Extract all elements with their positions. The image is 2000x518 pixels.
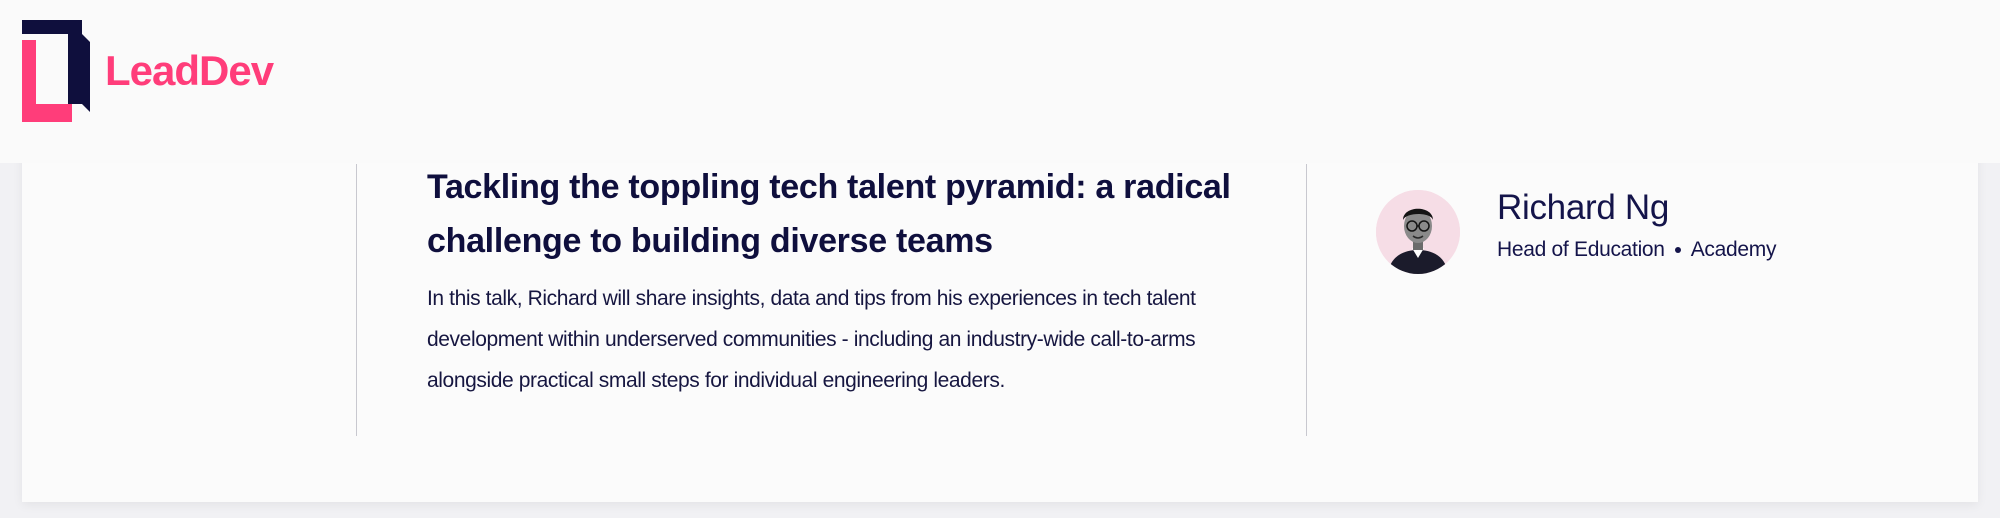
talk-details: Tackling the toppling tech talent pyrami…: [427, 160, 1287, 401]
speaker-organization: Academy: [1690, 238, 1777, 261]
speaker-info: Richard Ng Head of Education Academy: [1497, 186, 1776, 262]
left-divider: [356, 164, 357, 436]
speaker-name[interactable]: Richard Ng: [1497, 186, 1776, 230]
logo-wordmark: LeadDev: [105, 47, 274, 94]
separator-dot-icon: [1674, 247, 1681, 253]
session-card: Tackling the toppling tech talent pyrami…: [22, 140, 1978, 502]
talk-title: Tackling the toppling tech talent pyrami…: [427, 168, 1231, 260]
leaddev-logo-icon: [22, 20, 90, 122]
speaker-role: Head of Education: [1497, 238, 1665, 261]
speaker-block: Richard Ng Head of Education Academy: [1376, 188, 1776, 274]
leaddev-logo[interactable]: LeadDev: [22, 20, 274, 122]
speaker-avatar[interactable]: [1376, 190, 1460, 274]
site-header: LeadDev: [0, 0, 2000, 163]
talk-description: In this talk, Richard will share insight…: [427, 287, 1196, 392]
right-divider: [1306, 164, 1307, 436]
speaker-role-line: Head of Education Academy: [1497, 238, 1776, 262]
